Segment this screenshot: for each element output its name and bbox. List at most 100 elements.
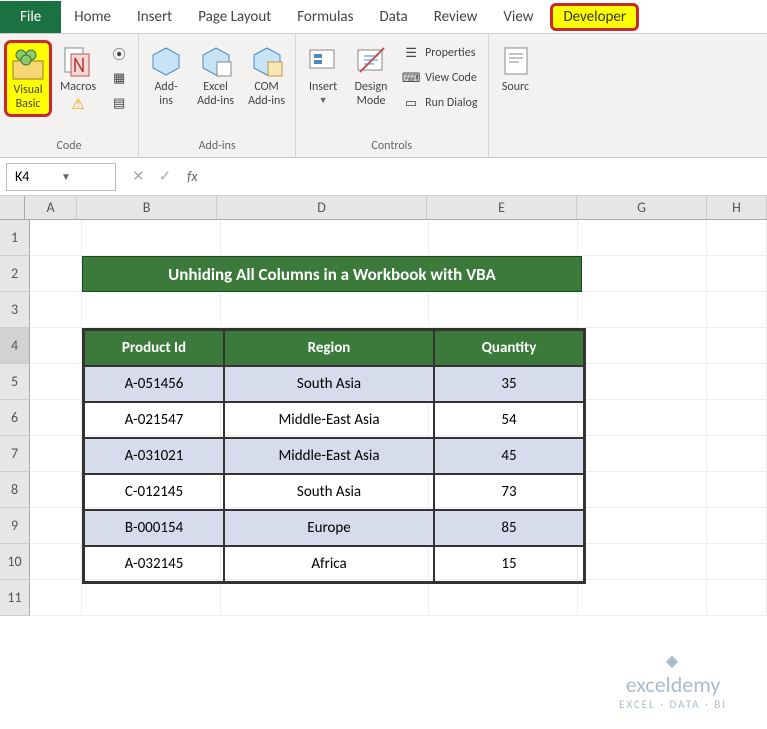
table-header: Product Id xyxy=(84,330,224,366)
group-controls-label: Controls xyxy=(371,137,412,157)
table-row: C-012145South Asia73 xyxy=(84,474,584,510)
table-cell[interactable]: Africa xyxy=(224,546,434,582)
visual-basic-button[interactable]: Visual Basic xyxy=(4,40,52,117)
tab-formulas[interactable]: Formulas xyxy=(284,1,366,33)
row-header-11[interactable]: 11 xyxy=(0,580,30,616)
tab-home[interactable]: Home xyxy=(61,1,124,33)
table-row: B-000154Europe85 xyxy=(84,510,584,546)
view-code-label: View Code xyxy=(425,71,477,85)
row-header-4[interactable]: 4 xyxy=(0,328,30,364)
watermark: ◆ exceldemy EXCEL · DATA · BI xyxy=(619,651,727,711)
table-cell[interactable]: South Asia xyxy=(224,366,434,402)
table-cell[interactable]: Middle-East Asia xyxy=(224,402,434,438)
row-headers: 1234567891011 xyxy=(0,220,30,616)
table-cell[interactable]: A-021547 xyxy=(84,402,224,438)
select-all-corner[interactable] xyxy=(0,196,25,219)
macros-button[interactable]: Macros ⚠ xyxy=(54,40,102,118)
macros-label: Macros xyxy=(60,80,96,94)
row-header-1[interactable]: 1 xyxy=(0,220,30,256)
row-header-10[interactable]: 10 xyxy=(0,544,30,580)
view-code-button[interactable]: ⌨ View Code xyxy=(396,67,483,89)
row-header-3[interactable]: 3 xyxy=(0,292,30,328)
fx-icon[interactable]: fx xyxy=(187,168,197,185)
table-cell[interactable]: South Asia xyxy=(224,474,434,510)
table-cell[interactable]: Middle-East Asia xyxy=(224,438,434,474)
formula-input[interactable] xyxy=(204,164,762,190)
table-cell[interactable]: A-032145 xyxy=(84,546,224,582)
table-cell[interactable]: C-012145 xyxy=(84,474,224,510)
column-header-E[interactable]: E xyxy=(427,196,577,219)
source-button[interactable]: Sourc xyxy=(493,40,539,98)
tab-review[interactable]: Review xyxy=(421,1,491,33)
visual-basic-label: Visual Basic xyxy=(13,83,42,112)
com-addins-button[interactable]: COM Add-ins xyxy=(242,40,291,113)
tab-file[interactable]: File xyxy=(0,1,61,33)
group-xml: Sourc xyxy=(489,34,543,157)
column-header-D[interactable]: D xyxy=(217,196,427,219)
record-macro-button[interactable]: ⦿ xyxy=(104,42,134,64)
excel-addins-icon xyxy=(199,44,233,78)
use-relative-button[interactable]: ▦ xyxy=(104,67,134,89)
chevron-down-icon: ▼ xyxy=(319,96,328,107)
table-row: A-021547Middle-East Asia54 xyxy=(84,402,584,438)
cancel-icon[interactable]: ✕ xyxy=(132,167,145,186)
table-cell[interactable]: A-031021 xyxy=(84,438,224,474)
tab-insert[interactable]: Insert xyxy=(124,1,185,33)
properties-icon: ☰ xyxy=(402,44,420,62)
tab-data[interactable]: Data xyxy=(366,1,420,33)
ribbon: Visual Basic Macros ⚠ ⦿ ▦ ▤ Code Add- in… xyxy=(0,34,767,158)
table-cell[interactable]: 35 xyxy=(434,366,584,402)
group-controls: Insert ▼ Design Mode ☰Properties ⌨ View C… xyxy=(296,34,488,157)
addins-button[interactable]: Add- ins xyxy=(143,40,189,113)
run-dialog-button[interactable]: ▭Run Dialog xyxy=(396,92,483,114)
design-mode-icon xyxy=(354,44,388,78)
row-header-6[interactable]: 6 xyxy=(0,400,30,436)
properties-button[interactable]: ☰Properties xyxy=(396,42,483,64)
row-header-2[interactable]: 2 xyxy=(0,256,30,292)
visual-basic-icon xyxy=(11,47,45,81)
group-code: Visual Basic Macros ⚠ ⦿ ▦ ▤ Code xyxy=(0,34,139,157)
data-table: Product IdRegionQuantityA-051456South As… xyxy=(82,328,586,584)
column-header-G[interactable]: G xyxy=(577,196,707,219)
row-header-5[interactable]: 5 xyxy=(0,364,30,400)
column-header-H[interactable]: H xyxy=(707,196,767,219)
source-label: Sourc xyxy=(502,80,529,94)
table-cell[interactable]: 73 xyxy=(434,474,584,510)
table-cell[interactable]: A-051456 xyxy=(84,366,224,402)
design-mode-button[interactable]: Design Mode xyxy=(348,40,394,113)
tab-developer[interactable]: Developer xyxy=(550,3,639,31)
source-icon xyxy=(499,44,533,78)
table-cell[interactable]: 15 xyxy=(434,546,584,582)
enter-icon[interactable]: ✓ xyxy=(159,167,172,186)
watermark-sub: EXCEL · DATA · BI xyxy=(619,698,727,711)
tab-page-layout[interactable]: Page Layout xyxy=(185,1,284,33)
chevron-down-icon[interactable]: ▼ xyxy=(61,170,107,183)
title-banner: Unhiding All Columns in a Workbook with … xyxy=(82,256,582,292)
table-cell[interactable]: 45 xyxy=(434,438,584,474)
table-header: Quantity xyxy=(434,330,584,366)
table-cell[interactable]: 54 xyxy=(434,402,584,438)
table-cell[interactable]: B-000154 xyxy=(84,510,224,546)
insert-button[interactable]: Insert ▼ xyxy=(300,40,346,111)
security-icon: ▤ xyxy=(110,94,128,112)
run-dialog-icon: ▭ xyxy=(402,94,420,112)
warning-icon: ⚠ xyxy=(71,96,84,114)
ribbon-tabs: File Home Insert Page Layout Formulas Da… xyxy=(0,0,767,34)
table-cell[interactable]: Europe xyxy=(224,510,434,546)
excel-addins-button[interactable]: Excel Add-ins xyxy=(191,40,240,113)
row-header-7[interactable]: 7 xyxy=(0,436,30,472)
formula-bar: K4 ▼ ✕ ✓ fx xyxy=(0,158,767,196)
row-header-9[interactable]: 9 xyxy=(0,508,30,544)
column-header-B[interactable]: B xyxy=(77,196,217,219)
row-header-8[interactable]: 8 xyxy=(0,472,30,508)
column-header-A[interactable]: A xyxy=(25,196,77,219)
table-cell[interactable]: 85 xyxy=(434,510,584,546)
name-box[interactable]: K4 ▼ xyxy=(6,163,116,191)
view-code-icon: ⌨ xyxy=(402,69,420,87)
watermark-name: exceldemy xyxy=(619,671,727,698)
tab-view[interactable]: View xyxy=(490,1,546,33)
macro-security-button[interactable]: ▤ xyxy=(104,92,134,114)
com-addins-icon xyxy=(250,44,284,78)
column-headers: ABDEGH xyxy=(0,196,767,220)
table-row: A-031021Middle-East Asia45 xyxy=(84,438,584,474)
